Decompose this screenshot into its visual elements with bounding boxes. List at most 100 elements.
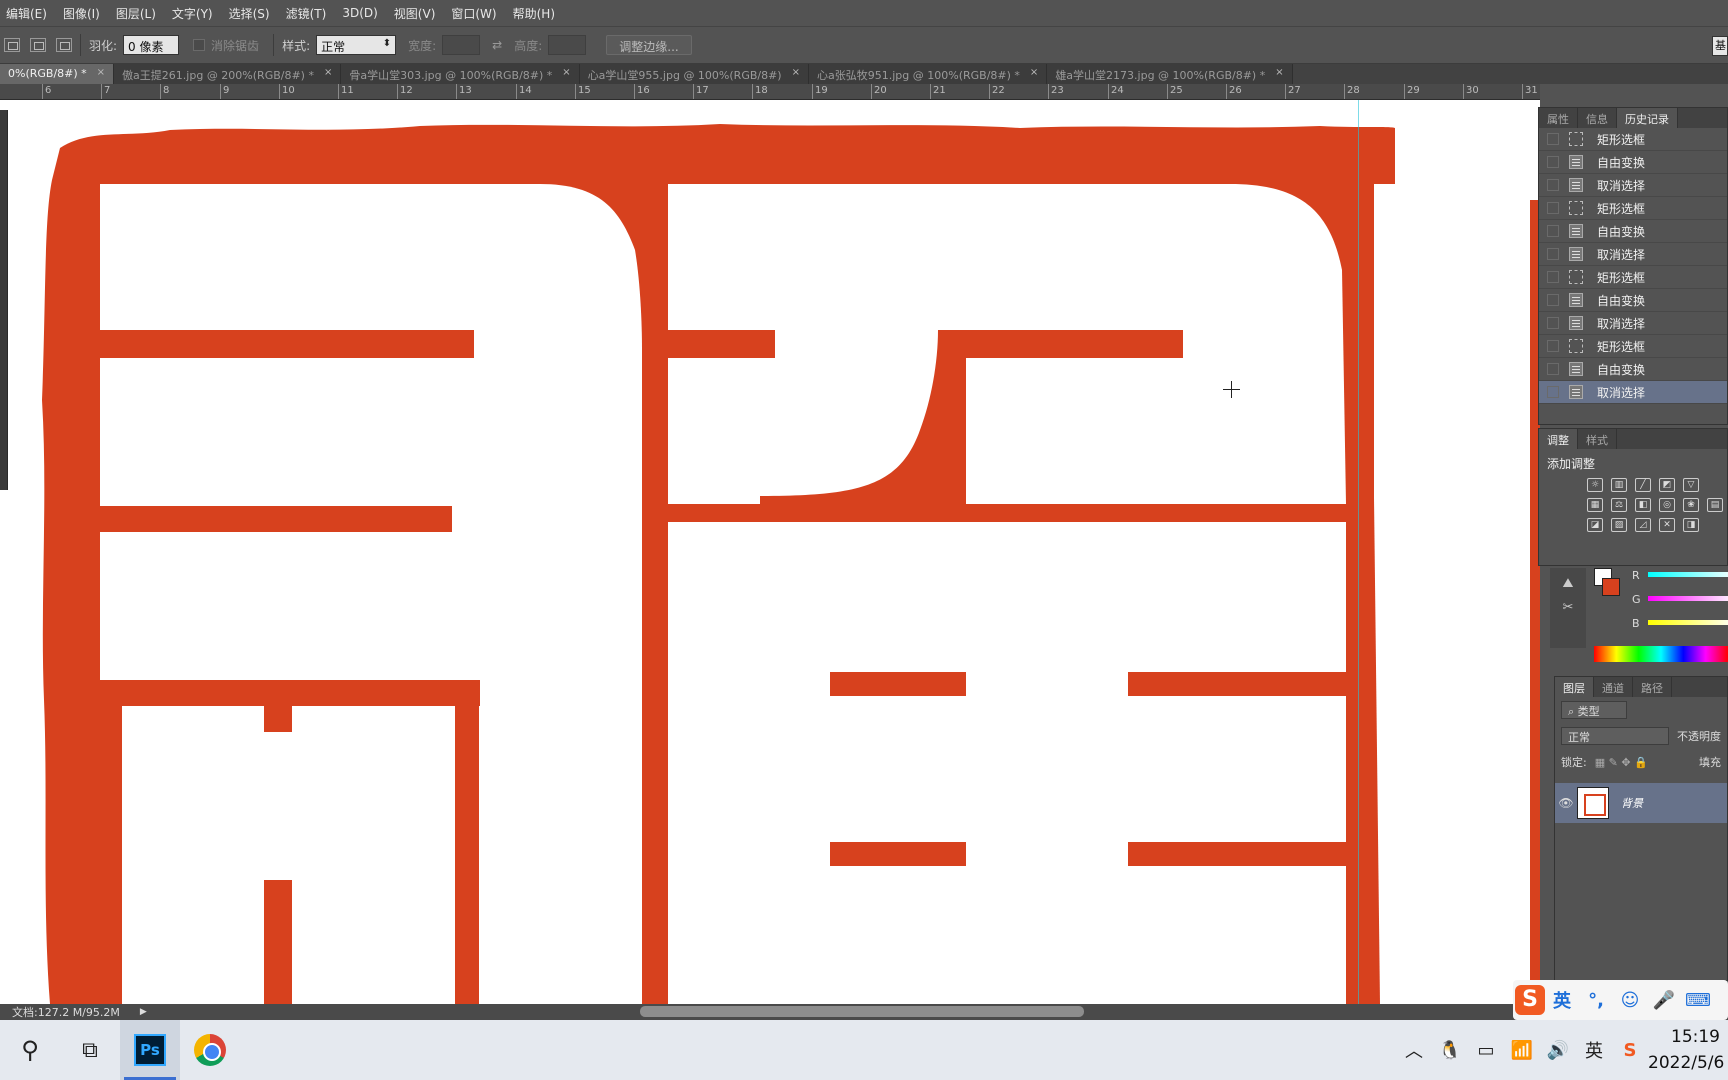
history-snapshot-checkbox[interactable]: [1547, 179, 1559, 191]
tab-styles[interactable]: 样式: [1578, 429, 1617, 449]
antialias-checkbox[interactable]: [193, 39, 206, 51]
feather-input[interactable]: 0 像素: [123, 35, 180, 55]
red-slider[interactable]: [1648, 572, 1728, 577]
document-tab[interactable]: 0%(RGB/8#) * ×: [0, 64, 115, 84]
volume-icon[interactable]: 🔊: [1540, 1040, 1576, 1061]
emoji-icon[interactable]: ☺: [1613, 990, 1647, 1011]
close-icon[interactable]: ×: [792, 67, 800, 78]
history-item[interactable]: 矩形选框: [1539, 266, 1727, 289]
guide-line[interactable]: [1358, 100, 1359, 1004]
workspace-button[interactable]: 基: [1712, 36, 1728, 56]
chevron-up-icon[interactable]: ︿: [1396, 1037, 1432, 1063]
sogou-tray-icon[interactable]: S: [1612, 1040, 1648, 1061]
clock[interactable]: 15:19 2022/5/6: [1648, 1024, 1728, 1076]
tray-lang[interactable]: 英: [1576, 1037, 1612, 1063]
punctuation-icon[interactable]: °,: [1579, 990, 1613, 1011]
style-select[interactable]: 正常: [316, 35, 397, 55]
layer-filter-select[interactable]: ⌕ 类型: [1561, 701, 1627, 719]
tab-paths[interactable]: 路径: [1633, 677, 1672, 697]
gradient-map-icon[interactable]: ◨: [1683, 518, 1699, 532]
layer-background[interactable]: 👁 背景: [1555, 783, 1727, 823]
close-icon[interactable]: ×: [1030, 67, 1038, 78]
tools-icon[interactable]: ✂: [1558, 600, 1578, 616]
history-item[interactable]: 矩形选框: [1539, 335, 1727, 358]
posterize-icon[interactable]: ▨: [1611, 518, 1627, 532]
history-item[interactable]: 取消选择: [1539, 381, 1727, 404]
selective-color-icon[interactable]: ✕: [1659, 518, 1675, 532]
history-item[interactable]: 自由变换: [1539, 358, 1727, 381]
green-slider[interactable]: [1648, 596, 1728, 601]
device-icon[interactable]: ▭: [1468, 1040, 1504, 1061]
history-snapshot-checkbox[interactable]: [1547, 133, 1559, 145]
eye-icon[interactable]: 👁: [1555, 796, 1577, 810]
history-snapshot-checkbox[interactable]: [1547, 340, 1559, 352]
curves-icon[interactable]: ╱: [1635, 478, 1651, 492]
history-snapshot-checkbox[interactable]: [1547, 271, 1559, 283]
background-color-swatch[interactable]: [1602, 578, 1620, 596]
tab-properties[interactable]: 属性: [1539, 108, 1578, 128]
menu-type[interactable]: 文字(Y): [172, 5, 213, 22]
history-snapshot-checkbox[interactable]: [1547, 294, 1559, 306]
brightness-icon[interactable]: ☼: [1587, 478, 1603, 492]
ime-lang-toggle[interactable]: 英: [1545, 987, 1579, 1013]
history-snapshot-checkbox[interactable]: [1547, 386, 1559, 398]
wifi-icon[interactable]: 📶: [1504, 1040, 1540, 1061]
history-item[interactable]: 取消选择: [1539, 243, 1727, 266]
tab-layers[interactable]: 图层: [1555, 677, 1594, 697]
menu-3d[interactable]: 3D(D): [342, 6, 377, 20]
lock-icons[interactable]: ▦ ✎ ✥ 🔒: [1595, 756, 1648, 769]
history-item[interactable]: 取消选择: [1539, 174, 1727, 197]
history-snapshot-checkbox[interactable]: [1547, 225, 1559, 237]
qq-icon[interactable]: 🐧: [1432, 1040, 1468, 1061]
history-snapshot-checkbox[interactable]: [1547, 156, 1559, 168]
width-input[interactable]: [442, 35, 481, 55]
document-tab[interactable]: 心a张弘牧951.jpg @ 100%(RGB/8#) * ×: [809, 64, 1048, 84]
menu-select[interactable]: 选择(S): [229, 5, 270, 22]
microphone-icon[interactable]: 🎤: [1647, 990, 1681, 1011]
history-item[interactable]: 自由变换: [1539, 289, 1727, 312]
subtract-selection-icon[interactable]: [56, 38, 72, 52]
photo-filter-icon[interactable]: ◎: [1659, 498, 1675, 512]
vibrance-icon[interactable]: ▽: [1683, 478, 1699, 492]
menu-help[interactable]: 帮助(H): [513, 5, 555, 22]
close-icon[interactable]: ×: [324, 67, 332, 78]
levels-icon[interactable]: ▥: [1611, 478, 1627, 492]
threshold-icon[interactable]: ◿: [1635, 518, 1651, 532]
exposure-icon[interactable]: ◩: [1659, 478, 1675, 492]
menu-layer[interactable]: 图层(L): [116, 5, 156, 22]
color-balance-icon[interactable]: ⚖: [1611, 498, 1627, 512]
history-snapshot-checkbox[interactable]: [1547, 317, 1559, 329]
taskbar-photoshop[interactable]: Ps: [120, 1020, 180, 1080]
history-item[interactable]: 矩形选框: [1539, 128, 1727, 151]
taskbar-chrome[interactable]: [180, 1020, 240, 1080]
history-snapshot-checkbox[interactable]: [1547, 202, 1559, 214]
close-icon[interactable]: ×: [97, 67, 105, 78]
history-item[interactable]: 矩形选框: [1539, 197, 1727, 220]
menu-filter[interactable]: 滤镜(T): [286, 5, 327, 22]
history-item[interactable]: 自由变换: [1539, 220, 1727, 243]
histogram-icon[interactable]: ⛰: [1558, 576, 1578, 592]
document-tab[interactable]: 心a学山堂955.jpg @ 100%(RGB/8#) ×: [579, 64, 809, 84]
history-item[interactable]: 自由变换: [1539, 151, 1727, 174]
document-canvas[interactable]: [0, 100, 1540, 1004]
history-item[interactable]: 取消选择: [1539, 312, 1727, 335]
refine-edge-button[interactable]: 调整边缘...: [606, 35, 692, 55]
color-lookup-icon[interactable]: ▤: [1707, 498, 1723, 512]
color-spectrum[interactable]: [1594, 646, 1728, 662]
black-white-icon[interactable]: ◧: [1635, 498, 1651, 512]
document-tab[interactable]: 傲a王提261.jpg @ 200%(RGB/8#) * ×: [114, 64, 342, 84]
horizontal-scrollbar[interactable]: [640, 1006, 1084, 1017]
close-icon[interactable]: ×: [562, 67, 570, 78]
tab-info[interactable]: 信息: [1578, 108, 1617, 128]
hue-saturation-icon[interactable]: ▦: [1587, 498, 1603, 512]
status-menu-arrow-icon[interactable]: ▶: [140, 1007, 147, 1017]
menu-image[interactable]: 图像(I): [63, 5, 100, 22]
keyboard-icon[interactable]: ⌨: [1681, 990, 1715, 1011]
blend-mode-select[interactable]: 正常: [1561, 727, 1669, 745]
tab-adjustments[interactable]: 调整: [1539, 429, 1578, 449]
document-tab[interactable]: 雄a学山堂2173.jpg @ 100%(RGB/8#) * ×: [1047, 64, 1293, 84]
task-view-icon[interactable]: ⧉: [60, 1020, 120, 1080]
new-selection-icon[interactable]: [4, 38, 20, 52]
toolbox-collapsed[interactable]: [0, 110, 8, 490]
menu-view[interactable]: 视图(V): [394, 5, 436, 22]
